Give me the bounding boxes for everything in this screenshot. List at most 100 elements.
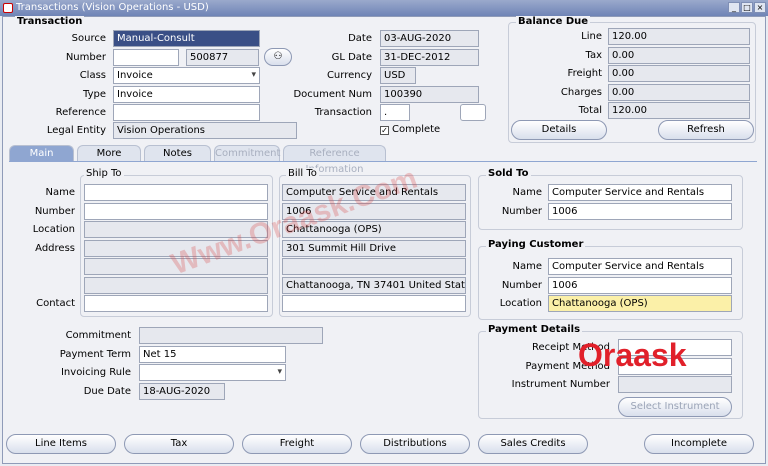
ship-to-address2-field[interactable] xyxy=(84,258,268,275)
minimize-icon[interactable]: _ xyxy=(728,2,740,13)
class-label: Class xyxy=(79,70,106,81)
ship-to-contact-field[interactable] xyxy=(84,295,268,312)
number-label: Number xyxy=(65,52,106,63)
receipt-method-label: Receipt Method xyxy=(531,342,610,353)
bill-to-number-field[interactable]: 1006 xyxy=(282,203,466,220)
total-label: Total xyxy=(578,105,602,116)
tab-divider xyxy=(9,161,757,162)
window-title: Transactions (Vision Operations - USD) xyxy=(16,2,209,13)
currency-label: Currency xyxy=(326,70,372,81)
number-field[interactable] xyxy=(113,49,179,66)
bill-to-location-field[interactable]: Chattanooga (OPS) xyxy=(282,221,466,238)
receipt-method-field[interactable] xyxy=(618,339,732,356)
gl-date-field[interactable]: 31-DEC-2012 xyxy=(380,49,479,66)
date-field[interactable]: 03-AUG-2020 xyxy=(380,30,479,47)
due-date-field[interactable]: 18-AUG-2020 xyxy=(139,383,225,400)
bill-to-address3-field[interactable]: Chattanooga, TN 37401 United States xyxy=(282,277,466,294)
complete-checkbox[interactable]: ✓ Complete xyxy=(380,124,440,135)
paying-customer-title: Paying Customer xyxy=(486,239,586,250)
type-field[interactable]: Invoice xyxy=(113,86,260,103)
flexfield-button[interactable] xyxy=(460,104,486,121)
charges-label: Charges xyxy=(560,87,602,98)
incomplete-button[interactable]: Incomplete xyxy=(644,434,754,454)
bill-to-address1-field[interactable]: 301 Summit Hill Drive xyxy=(282,240,466,257)
address-contact-label: Contact xyxy=(36,298,75,309)
document-num-field[interactable]: 100390 xyxy=(380,86,479,103)
source-field[interactable]: Manual-Consult xyxy=(113,30,260,47)
charges-amount-field[interactable]: 0.00 xyxy=(608,84,750,101)
bill-to-title: Bill To xyxy=(286,168,319,179)
address-name-label: Name xyxy=(45,187,75,198)
tax-button[interactable]: Tax xyxy=(124,434,234,454)
maximize-icon[interactable]: □ xyxy=(741,2,753,13)
payment-details-title: Payment Details xyxy=(486,324,583,335)
ship-to-address3-field[interactable] xyxy=(84,277,268,294)
tax-amount-field[interactable]: 0.00 xyxy=(608,47,750,64)
details-button[interactable]: Details xyxy=(511,120,607,140)
sold-to-title: Sold To xyxy=(486,168,531,179)
commitment-field[interactable] xyxy=(139,327,323,344)
sold-to-number-field[interactable]: 1006 xyxy=(548,203,732,220)
paying-customer-location-field[interactable]: Chattanooga (OPS) xyxy=(548,295,732,312)
tab-more[interactable]: More xyxy=(77,145,141,162)
line-amount-field[interactable]: 120.00 xyxy=(608,28,750,45)
reference-field[interactable] xyxy=(113,104,260,121)
freight-label: Freight xyxy=(567,68,602,79)
tax-label: Tax xyxy=(585,50,603,61)
class-select[interactable]: Invoice xyxy=(113,67,260,84)
check-icon: ✓ xyxy=(380,126,389,135)
glasses-icon[interactable]: ⚇ xyxy=(264,48,292,66)
bill-to-address2-field[interactable] xyxy=(282,258,466,275)
address-location-label: Location xyxy=(32,224,75,235)
select-instrument-button[interactable]: Select Instrument xyxy=(618,397,732,417)
reference-label: Reference xyxy=(55,107,106,118)
gl-date-label: GL Date xyxy=(331,52,372,63)
close-icon[interactable]: × xyxy=(754,2,766,13)
legal-entity-label: Legal Entity xyxy=(46,125,106,136)
invoicing-rule-select[interactable] xyxy=(139,364,286,381)
date-label: Date xyxy=(348,33,372,44)
type-label: Type xyxy=(83,89,106,100)
due-date-label: Due Date xyxy=(83,386,131,397)
ship-to-number-field[interactable] xyxy=(84,203,268,220)
total-amount-field[interactable]: 120.00 xyxy=(608,102,750,119)
address-address-label: Address xyxy=(35,243,75,254)
instrument-number-label: Instrument Number xyxy=(511,379,610,390)
sold-to-name-field[interactable]: Computer Service and Rentals xyxy=(548,184,732,201)
paying-customer-number-field[interactable]: 1006 xyxy=(548,277,732,294)
bill-to-contact-field[interactable] xyxy=(282,295,466,312)
ship-to-title: Ship To xyxy=(84,168,124,179)
window-title-bar[interactable]: Transactions (Vision Operations - USD) _… xyxy=(0,0,768,16)
currency-field[interactable]: USD xyxy=(380,67,416,84)
payment-method-field[interactable] xyxy=(618,358,732,375)
tab-notes[interactable]: Notes xyxy=(144,145,211,162)
commitment-label: Commitment xyxy=(65,330,131,341)
instrument-number-field[interactable] xyxy=(618,376,732,393)
document-num-label: Document Num xyxy=(293,89,372,100)
payment-term-label: Payment Term xyxy=(59,349,131,360)
paying-customer-location-label: Location xyxy=(499,298,542,309)
ship-to-address1-field[interactable] xyxy=(84,240,268,257)
legal-entity-field[interactable]: Vision Operations xyxy=(113,122,297,139)
sales-credits-button[interactable]: Sales Credits xyxy=(478,434,588,454)
source-label: Source xyxy=(71,33,106,44)
refresh-button[interactable]: Refresh xyxy=(658,120,754,140)
address-number-label: Number xyxy=(34,206,75,217)
transaction-field[interactable]: . xyxy=(380,104,410,121)
invoicing-rule-label: Invoicing Rule xyxy=(60,367,131,378)
ship-to-name-field[interactable] xyxy=(84,184,268,201)
tab-reference-information[interactable]: Reference Information xyxy=(283,145,386,175)
freight-button[interactable]: Freight xyxy=(242,434,352,454)
freight-amount-field[interactable]: 0.00 xyxy=(608,65,750,82)
transaction-label: Transaction xyxy=(314,107,372,118)
paying-customer-name-field[interactable]: Computer Service and Rentals xyxy=(548,258,732,275)
tab-commitment[interactable]: Commitment xyxy=(214,145,280,162)
number-secondary-field[interactable]: 500877 xyxy=(186,49,259,66)
payment-term-field[interactable]: Net 15 xyxy=(139,346,286,363)
tab-main[interactable]: Main xyxy=(9,145,74,162)
distributions-button[interactable]: Distributions xyxy=(360,434,470,454)
line-items-button[interactable]: Line Items xyxy=(6,434,116,454)
ship-to-location-field[interactable] xyxy=(84,221,268,238)
sold-to-name-label: Name xyxy=(512,187,542,198)
bill-to-name-field[interactable]: Computer Service and Rentals xyxy=(282,184,466,201)
